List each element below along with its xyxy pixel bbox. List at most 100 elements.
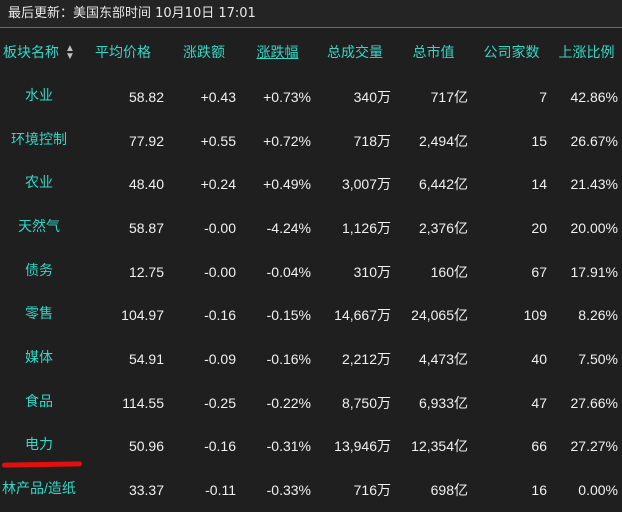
sector-name-label[interactable]: 债务 (25, 262, 53, 278)
table-cell: 27.27% (570, 438, 618, 455)
table-cell: -4.24% (266, 219, 311, 236)
sector-name-link[interactable]: 水业 (0, 75, 78, 119)
sector-name-link[interactable]: 农业 (0, 162, 78, 206)
table-cell: -0.09 (204, 350, 236, 367)
column-header-sector-name[interactable]: 板块名称 ▲ ▼ (0, 29, 78, 75)
sector-table-container: 板块名称 ▲ ▼ 平均价格 涨跌额 涨跌幅 总成交量 总市值 公司家数 上涨比例 水… (0, 29, 622, 509)
table-cell: 7.50% (578, 350, 618, 367)
sector-table: 板块名称 ▲ ▼ 平均价格 涨跌额 涨跌幅 总成交量 总市值 公司家数 上涨比例 水… (0, 29, 622, 512)
table-row[interactable]: 农业 48.40 +0.24 +0.49% 3,007万 6,442亿 14 21.43% (0, 162, 622, 206)
table-cell: -0.33% (266, 482, 311, 499)
table-row[interactable]: 天然气 58.87 -0.00 -4.24% 1,126万 2,376亿 20 20.00% (0, 206, 622, 250)
sector-name-label[interactable]: 林产品/造纸 (2, 480, 76, 496)
table-cell: +0.55 (200, 132, 236, 149)
column-header-change[interactable]: 涨跌额 (168, 29, 240, 75)
sector-name-link[interactable]: 环境控制 (0, 119, 78, 163)
table-cell: 47 (531, 394, 547, 411)
table-cell: 26.67% (570, 132, 618, 149)
table-header-row: 板块名称 ▲ ▼ 平均价格 涨跌额 涨跌幅 总成交量 总市值 公司家数 上涨比例 (0, 29, 622, 75)
sector-name-link[interactable]: 林产品/造纸 (0, 468, 78, 512)
table-cell: 77.92 (128, 132, 164, 149)
table-cell: 340万 (353, 88, 391, 105)
column-header-volume[interactable]: 总成交量 (315, 29, 395, 75)
sector-name-label[interactable]: 水业 (25, 87, 53, 103)
table-row[interactable]: 债务 12.75 -0.00 -0.04% 310万 160亿 67 17.91% (0, 250, 622, 294)
table-cell: 67 (531, 263, 547, 280)
table-cell: 40 (531, 350, 547, 367)
column-header-avg-price[interactable]: 平均价格 (78, 29, 168, 75)
table-cell: 17.91% (570, 263, 618, 280)
table-row[interactable]: 水业 58.82 +0.43 +0.73% 340万 717亿 7 42.86% (0, 75, 622, 119)
table-cell: 0.00% (578, 482, 618, 499)
table-cell: -0.16 (204, 307, 236, 324)
sector-name-link[interactable]: 天然气 (0, 206, 78, 250)
table-row[interactable]: 食品 114.55 -0.25 -0.22% 8,750万 6,933亿 47 27.66% (0, 381, 622, 425)
sector-name-label[interactable]: 农业 (25, 174, 53, 190)
table-cell: 698亿 (430, 482, 468, 499)
sector-name-label[interactable]: 零售 (25, 305, 53, 321)
table-cell: 24,065亿 (411, 307, 468, 324)
table-row[interactable]: 环境控制 77.92 +0.55 +0.72% 718万 2,494亿 15 26.67% (0, 119, 622, 163)
table-row[interactable]: 零售 104.97 -0.16 -0.15% 14,667万 24,065亿 109 8.26… (0, 293, 622, 337)
table-cell: +0.43 (200, 88, 236, 105)
last-update-bar: 最后更新：美国东部时间 10月10日 17:01 (0, 0, 622, 28)
sector-name-label[interactable]: 环境控制 (11, 131, 67, 147)
table-cell: 20 (531, 219, 547, 236)
table-cell: +0.24 (200, 176, 236, 193)
table-row[interactable]: 林产品/造纸 33.37 -0.11 -0.33% 716万 698亿 16 0.00% (0, 468, 622, 512)
column-header-company-count[interactable]: 公司家数 (472, 29, 551, 75)
table-cell: 2,376亿 (418, 219, 468, 236)
column-header-change-percent[interactable]: 涨跌幅 (240, 29, 315, 75)
table-cell: 8,750万 (341, 394, 391, 411)
table-cell: 16 (531, 482, 547, 499)
table-cell: -0.15% (266, 307, 311, 324)
table-cell: 3,007万 (341, 176, 391, 193)
table-cell: 4,473亿 (418, 350, 468, 367)
sector-name-label[interactable]: 食品 (25, 393, 53, 409)
table-cell: 42.86% (570, 88, 618, 105)
column-header-rise-ratio[interactable]: 上涨比例 (551, 29, 622, 75)
table-cell: -0.31% (266, 438, 311, 455)
table-cell: 716万 (353, 482, 391, 499)
sort-updown-icon[interactable]: ▲ ▼ (65, 44, 75, 62)
sector-name-label[interactable]: 天然气 (18, 218, 60, 234)
sector-name-label[interactable]: 媒体 (25, 349, 53, 365)
table-cell: 7 (539, 88, 547, 105)
table-cell: 1,126万 (341, 219, 391, 236)
table-cell: 114.55 (122, 394, 164, 411)
table-cell: 14,667万 (334, 307, 391, 324)
table-cell: 2,494亿 (418, 132, 468, 149)
table-cell: 718万 (353, 132, 391, 149)
sector-name-link[interactable]: 债务 (0, 250, 78, 294)
table-cell: 48.40 (128, 176, 164, 193)
table-cell: 66 (531, 438, 547, 455)
table-cell: +0.73% (263, 88, 311, 105)
table-cell: 27.66% (570, 394, 618, 411)
table-cell: 58.87 (128, 219, 164, 236)
table-cell: 8.26% (578, 307, 618, 324)
table-cell: 58.82 (128, 88, 164, 105)
table-cell: 20.00% (570, 219, 618, 236)
last-update-text: 最后更新：美国东部时间 10月10日 17:01 (8, 6, 256, 21)
table-cell: 21.43% (570, 176, 618, 193)
table-cell: -0.16 (204, 438, 236, 455)
table-cell: +0.49% (263, 176, 311, 193)
table-cell: 2,212万 (341, 350, 391, 367)
sector-name-link[interactable]: 零售 (0, 293, 78, 337)
table-cell: -0.25 (204, 394, 236, 411)
table-cell: -0.16% (266, 350, 311, 367)
table-cell: 104.97 (121, 307, 164, 324)
table-cell: 50.96 (128, 438, 164, 455)
table-cell: 15 (531, 132, 547, 149)
column-header-market-cap[interactable]: 总市值 (395, 29, 472, 75)
sector-name-label[interactable]: 电力 (25, 436, 53, 452)
table-cell: 6,442亿 (418, 176, 468, 193)
table-row[interactable]: 媒体 54.91 -0.09 -0.16% 2,212万 4,473亿 40 7.50% (0, 337, 622, 381)
table-cell: 6,933亿 (418, 394, 468, 411)
table-cell: -0.00 (204, 263, 236, 280)
table-cell: 13,946万 (334, 438, 391, 455)
sector-name-link[interactable]: 媒体 (0, 337, 78, 381)
table-row[interactable]: 电力 50.96 -0.16 -0.31% 13,946万 12,354亿 66 27.27% (0, 425, 622, 469)
sector-name-link[interactable]: 食品 (0, 381, 78, 425)
table-cell: 717亿 (430, 88, 468, 105)
